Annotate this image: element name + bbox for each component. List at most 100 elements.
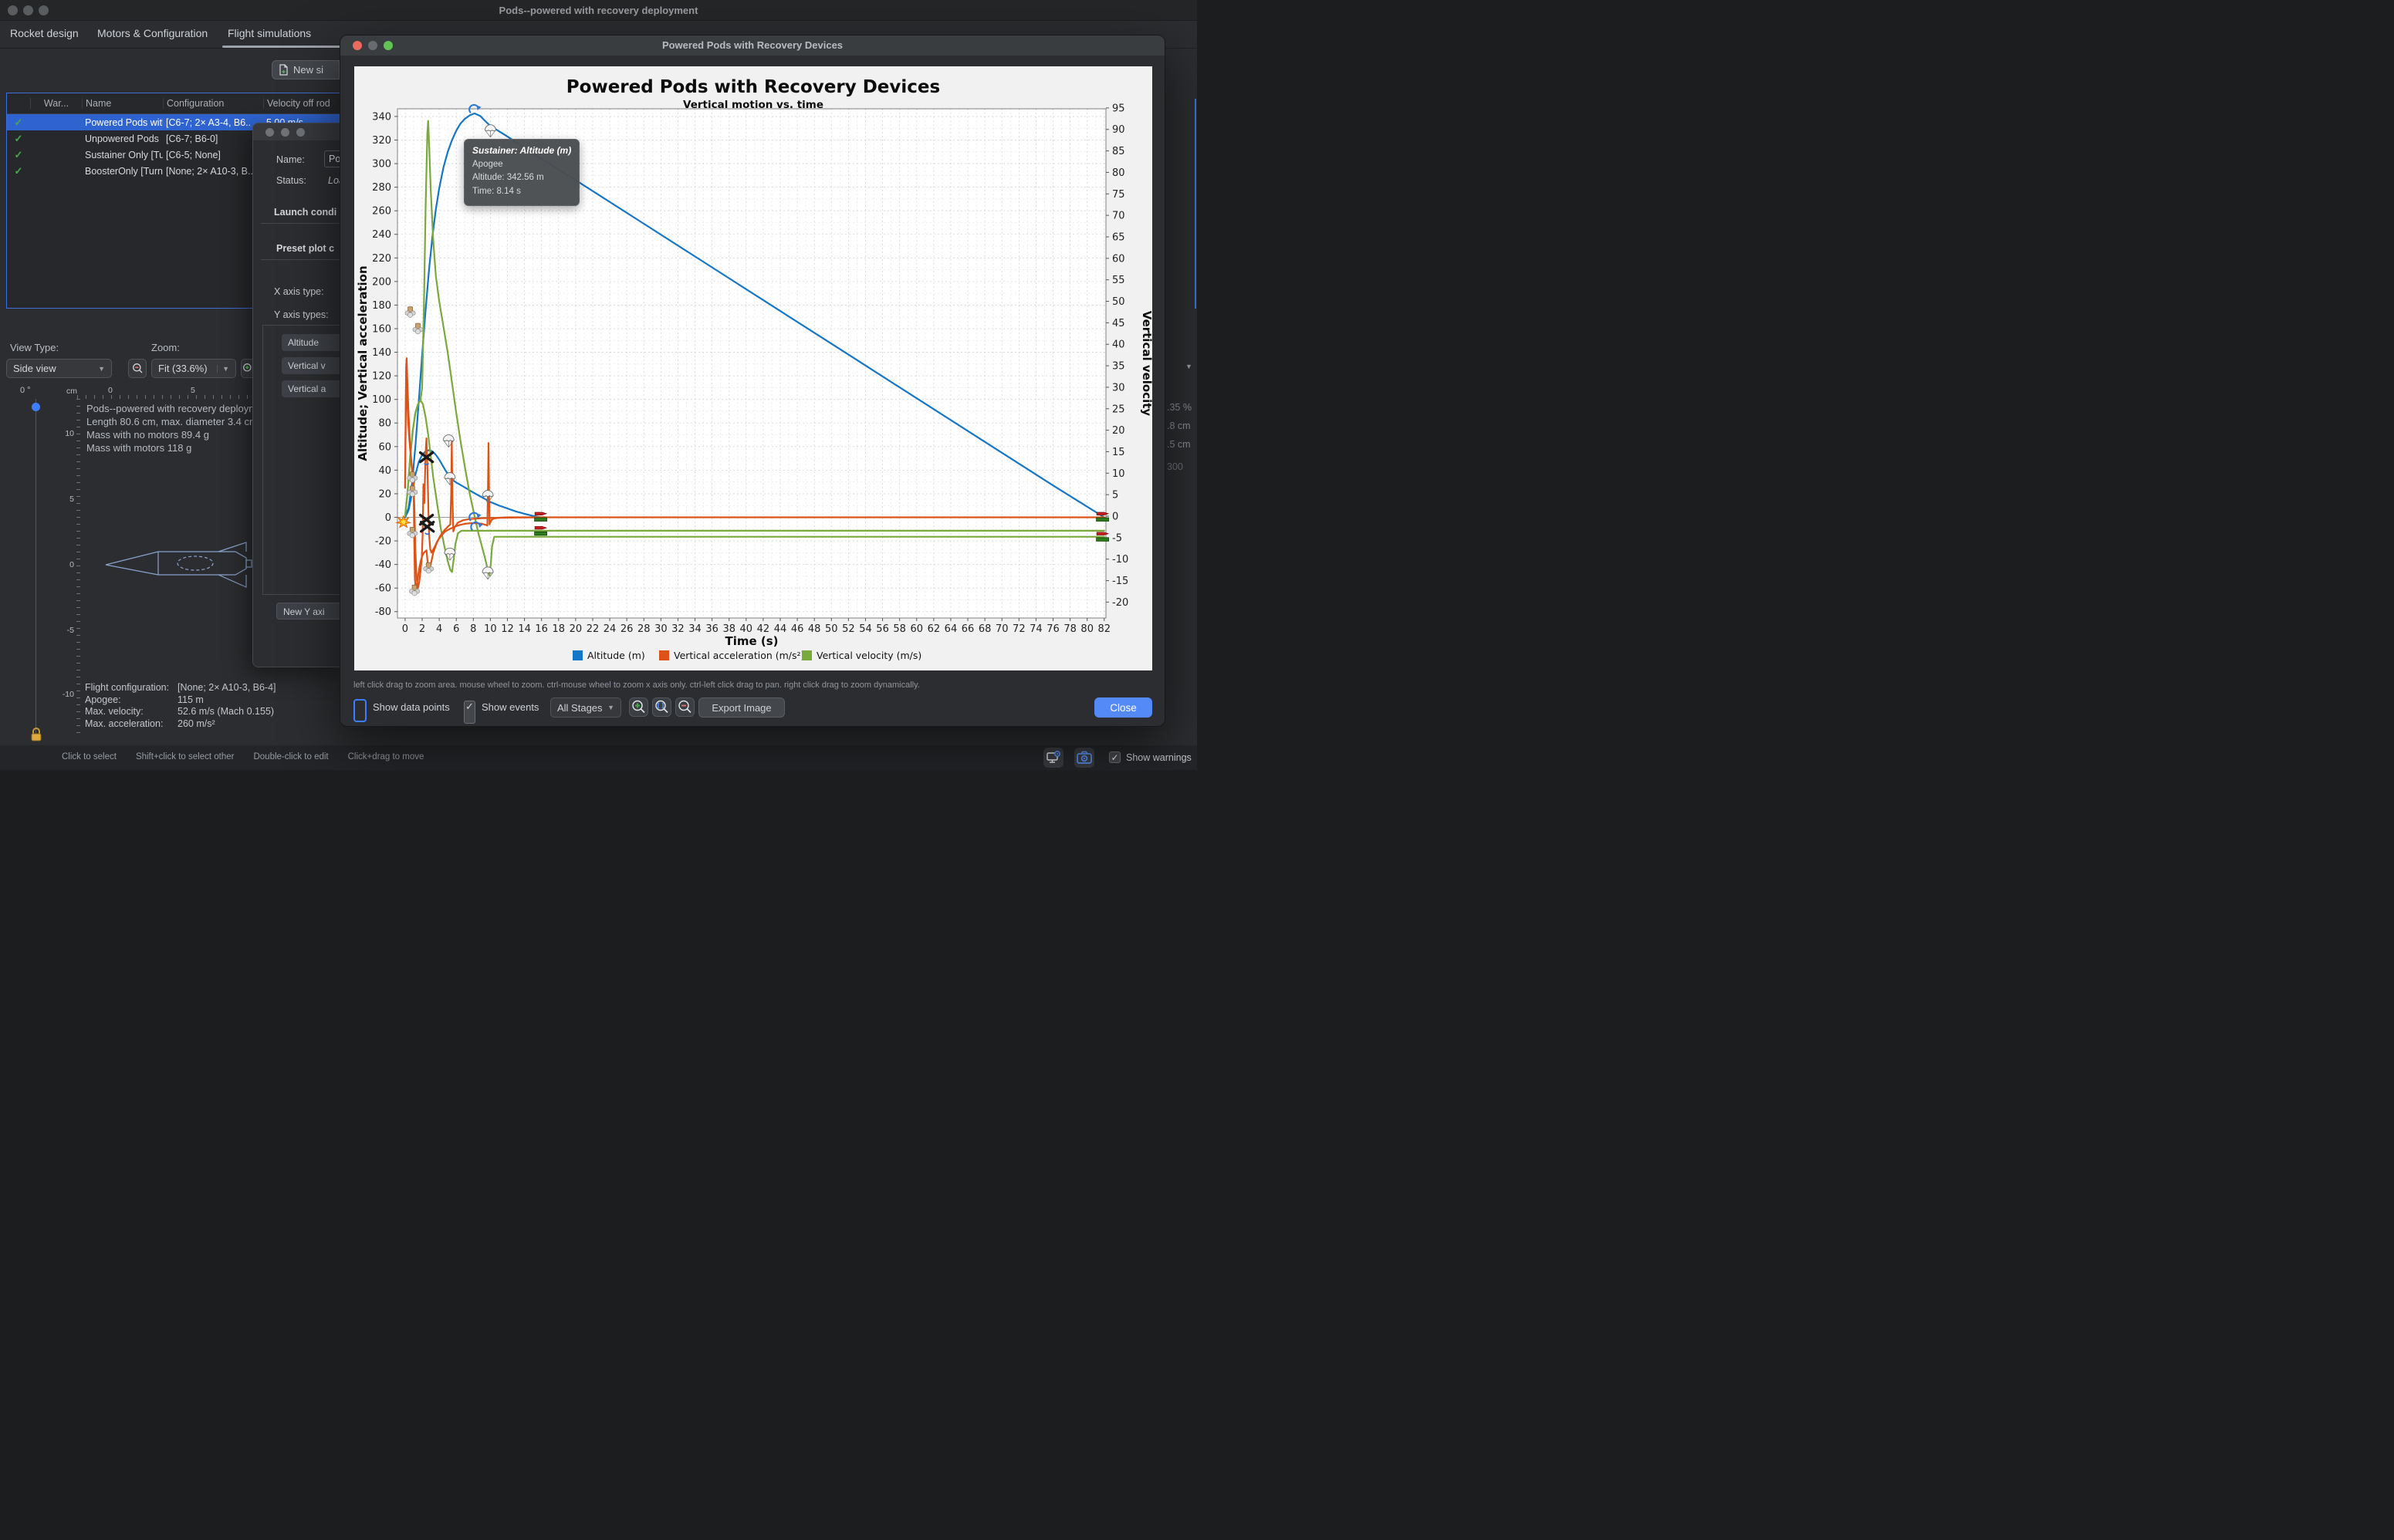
export-image-button[interactable]: Export Image <box>698 697 785 718</box>
dialog-close-icon[interactable] <box>353 41 362 50</box>
configuration-cell: [C6-7; 2× A3-4, B6.. <box>163 117 263 128</box>
window-zoom-icon[interactable] <box>39 5 49 15</box>
preset-plot-section[interactable]: Preset plot c <box>276 243 334 254</box>
tooltip-title: Sustainer: Altitude (m) <box>472 145 571 156</box>
new-simulation-button[interactable]: New si <box>272 60 340 79</box>
view-type-select[interactable]: Side view ▼ <box>6 359 112 378</box>
dialog-zoom-icon[interactable] <box>384 41 393 50</box>
show-data-points-checkbox[interactable] <box>353 699 367 722</box>
tick-label: 58 <box>893 623 906 635</box>
zoom-level-select[interactable]: Fit (33.6%) ▼ <box>151 359 236 378</box>
plot-zoom-reset-button[interactable] <box>652 697 671 717</box>
landing-icon <box>535 532 547 535</box>
tick-label: 120 <box>372 371 391 383</box>
tab-rocket-design[interactable]: Rocket design <box>10 27 79 39</box>
status-hint: Shift+click to select other <box>136 752 235 762</box>
tick-label: 65 <box>1112 231 1125 243</box>
plot-dialog-titlebar[interactable]: Powered Pods with Recovery Devices <box>340 35 1165 56</box>
tick-label: 260 <box>372 206 391 218</box>
divider <box>261 223 345 224</box>
tick-label: 340 <box>372 111 391 123</box>
tick-label: 36 <box>705 623 719 635</box>
tooltip-line: Altitude: 342.56 m <box>472 171 571 184</box>
window-titlebar[interactable]: Pods--powered with recovery deployment <box>0 0 1197 21</box>
tick-label: 160 <box>372 323 391 335</box>
y-axis-type-button[interactable]: Vertical v <box>282 357 343 374</box>
tick-label: -60 <box>375 583 391 595</box>
legend-swatch <box>802 650 812 660</box>
tick-label: 45 <box>1112 318 1125 329</box>
lock-icon[interactable] <box>29 727 43 742</box>
tick-label: 95 <box>1112 103 1125 114</box>
zoom-out-icon <box>132 363 144 374</box>
x-axis-title: Time (s) <box>725 634 778 648</box>
dialog-zoom-icon[interactable] <box>296 128 305 137</box>
tick-label: 20 <box>378 488 391 500</box>
ruler-unit-label: cm <box>66 387 77 396</box>
stages-select[interactable]: All Stages ▼ <box>550 697 621 718</box>
screen-settings-button[interactable] <box>1043 748 1063 768</box>
tick-label: -20 <box>1112 597 1128 609</box>
tick-label: 16 <box>535 623 548 635</box>
show-events-checkbox[interactable]: ✓ <box>464 701 475 724</box>
dialog-close-icon[interactable] <box>265 128 274 137</box>
show-warnings-label: Show warnings <box>1126 752 1192 763</box>
y-axis-type-button[interactable]: Vertical a <box>282 380 343 397</box>
rotation-slider-handle[interactable] <box>32 403 40 411</box>
dialog-minimize-icon[interactable] <box>368 41 377 50</box>
rocket-side-view[interactable] <box>103 540 265 589</box>
plot-zoom-out-button[interactable] <box>675 697 695 717</box>
window-minimize-icon[interactable] <box>23 5 33 15</box>
column-header[interactable]: Velocity off rod <box>263 98 348 109</box>
rocket-info-line: Pods--powered with recovery deployme <box>86 402 262 415</box>
tick-label: 50 <box>825 623 838 635</box>
rocket-info-line: Length 80.6 cm, max. diameter 3.4 cm <box>86 415 262 428</box>
rocket-info-line: Mass with no motors 89.4 g <box>86 428 262 441</box>
column-header[interactable]: Configuration <box>163 98 263 109</box>
tick-label: -5 <box>1112 532 1122 544</box>
chevron-down-icon[interactable]: ▼ <box>1185 363 1192 370</box>
tick-label: 200 <box>372 276 391 288</box>
tick-label: 70 <box>1112 211 1125 222</box>
zoom-out-icon <box>676 698 694 716</box>
y-axis-list[interactable]: Altitude Vertical v Vertical a <box>262 325 346 595</box>
zoom-reset-icon <box>653 698 671 716</box>
y-axis-type-button[interactable]: Altitude <box>282 334 343 351</box>
rotation-value[interactable]: 0 ° <box>20 386 31 395</box>
tick-label: 320 <box>372 135 391 147</box>
stages-value: All Stages <box>557 702 603 714</box>
plot-dialog-title: Powered Pods with Recovery Devices <box>340 35 1165 56</box>
zoom-in-icon <box>630 698 648 716</box>
tick-label: 68 <box>979 623 992 635</box>
simulation-ok-icon: ✓ <box>7 165 30 177</box>
tab-flight-simulations[interactable]: Flight simulations <box>228 27 311 39</box>
dialog-minimize-icon[interactable] <box>281 128 289 137</box>
simulation-config-dialog: Name: Po Status: Loa Launch condi Preset… <box>252 123 346 667</box>
ruler-number: 10 <box>60 429 74 438</box>
new-y-axis-button[interactable]: New Y axi <box>276 603 346 620</box>
config-dialog-titlebar[interactable] <box>253 123 345 140</box>
column-header[interactable]: War... <box>30 98 82 109</box>
tooltip-line: Apogee <box>472 158 571 171</box>
zoom-out-button[interactable] <box>128 359 147 378</box>
launch-conditions-section[interactable]: Launch condi <box>274 207 336 218</box>
column-header[interactable]: Name <box>82 98 163 109</box>
show-warnings-checkbox[interactable]: ✓ <box>1109 751 1121 763</box>
tab-motors-configuration[interactable]: Motors & Configuration <box>97 27 208 39</box>
configuration-cell: [C6-7; B6-0] <box>163 133 263 144</box>
plot-zoom-in-button[interactable] <box>629 697 648 717</box>
tick-label: 8 <box>470 623 476 635</box>
ruler-number: -10 <box>60 690 74 699</box>
ruler-number: 0 <box>60 560 74 569</box>
tick-label: 25 <box>1112 404 1125 415</box>
close-label: Close <box>1110 702 1137 714</box>
tick-label: 2 <box>419 623 425 635</box>
screenshot-button[interactable] <box>1074 748 1094 768</box>
close-button[interactable]: Close <box>1094 697 1152 718</box>
status-hint: Double-click to edit <box>253 752 328 762</box>
simulation-table-header[interactable]: War...NameConfigurationVelocity off rod <box>7 93 353 114</box>
zoom-label: Zoom: <box>151 342 180 353</box>
tick-label: 240 <box>372 229 391 241</box>
tick-label: 10 <box>484 623 497 635</box>
window-close-icon[interactable] <box>8 5 18 15</box>
